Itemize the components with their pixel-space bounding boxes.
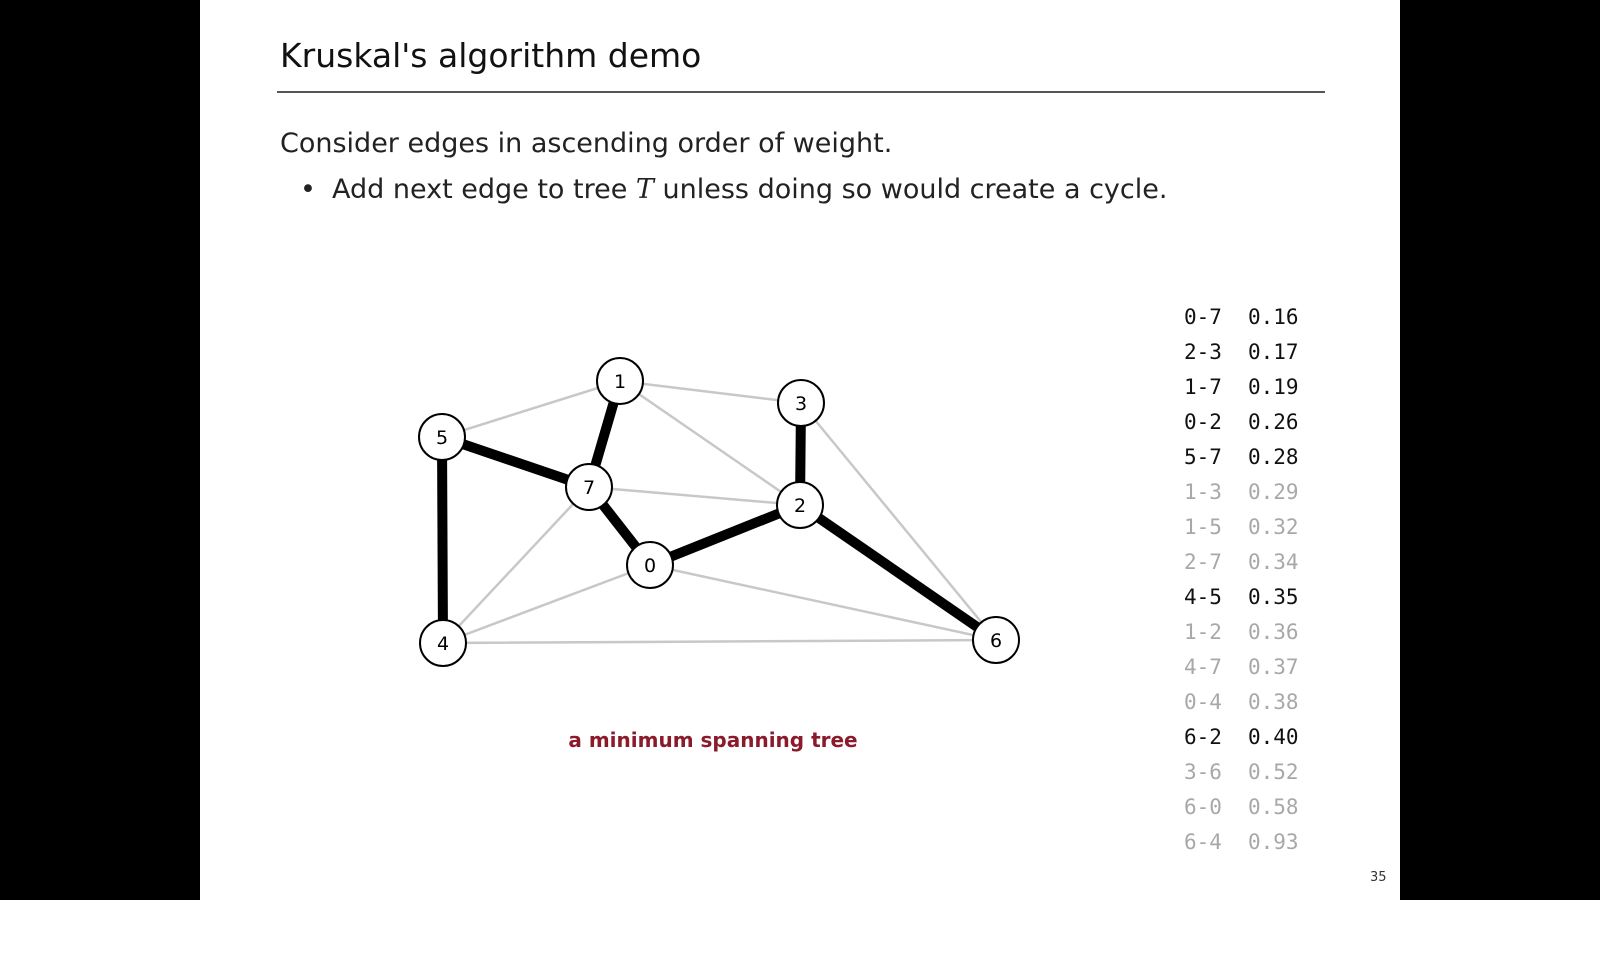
bottom-letterbox	[0, 900, 1600, 960]
edge-weight: 0.16	[1248, 305, 1299, 329]
edge-name: 4-7	[1184, 655, 1222, 679]
edge-1-5	[440, 379, 622, 439]
vertex-label: 6	[990, 630, 1002, 652]
edge-weight: 0.35	[1248, 585, 1299, 609]
graph-edges	[437, 376, 1001, 648]
vertex-1: 1	[596, 357, 644, 405]
edge-name: 0-7	[1184, 305, 1222, 329]
vertex-label: 0	[644, 555, 656, 577]
vertex-2: 2	[776, 481, 824, 529]
edge-weight: 0.17	[1248, 340, 1299, 364]
edge-4-7	[441, 485, 591, 645]
vertex-label: 5	[436, 427, 448, 449]
edge-0-2-mst	[645, 500, 805, 570]
edge-weight: 0.29	[1248, 480, 1299, 504]
edge-list-row: 6-4 0.93	[1184, 825, 1299, 860]
edge-name: 6-2	[1184, 725, 1222, 749]
edge-weight: 0.38	[1248, 690, 1299, 714]
edge-weight: 0.52	[1248, 760, 1299, 784]
edge-name: 0-4	[1184, 690, 1222, 714]
edge-name: 6-0	[1184, 795, 1222, 819]
edge-name: 2-7	[1184, 550, 1222, 574]
edge-weight: 0.40	[1248, 725, 1299, 749]
edge-list-row: 3-6 0.52	[1184, 755, 1299, 790]
edge-weight: 0.19	[1248, 375, 1299, 399]
edge-weight: 0.26	[1248, 410, 1299, 434]
vertex-3: 3	[777, 379, 825, 427]
edge-list-row: 2-7 0.34	[1184, 545, 1299, 580]
edge-weight: 0.32	[1248, 515, 1299, 539]
page-number: 35	[1370, 870, 1387, 885]
graph-vertices: 0 1 2 3 4 5 6 7	[418, 357, 1020, 667]
edge-list-row: 0-4 0.38	[1184, 685, 1299, 720]
slide: Kruskal's algorithm demo Consider edges …	[200, 0, 1400, 900]
edge-list-row: 6-2 0.40	[1184, 720, 1299, 755]
edge-weight: 0.36	[1248, 620, 1299, 644]
edge-list-row: 1-3 0.29	[1184, 475, 1299, 510]
edge-name: 0-2	[1184, 410, 1222, 434]
edge-name: 4-5	[1184, 585, 1222, 609]
edge-name: 6-4	[1184, 830, 1222, 854]
edge-list-row: 4-5 0.35	[1184, 580, 1299, 615]
vertex-5: 5	[418, 413, 466, 461]
edge-name: 1-5	[1184, 515, 1222, 539]
edge-4-5-mst	[437, 432, 448, 648]
edge-weight: 0.93	[1248, 830, 1299, 854]
edge-weight: 0.34	[1248, 550, 1299, 574]
edge-weight: 0.37	[1248, 655, 1299, 679]
edge-name: 5-7	[1184, 445, 1222, 469]
vertex-7: 7	[565, 463, 613, 511]
vertex-label: 4	[437, 633, 449, 655]
edge-list-row: 1-5 0.32	[1184, 510, 1299, 545]
vertex-0: 0	[626, 541, 674, 589]
edge-weight: 0.28	[1248, 445, 1299, 469]
vertex-4: 4	[419, 619, 467, 667]
edge-list-row: 6-0 0.58	[1184, 790, 1299, 825]
vertex-label: 3	[795, 393, 807, 415]
edge-list-row: 4-7 0.37	[1184, 650, 1299, 685]
edge-list-row: 0-2 0.26	[1184, 405, 1299, 440]
diagram-caption: a minimum spanning tree	[568, 728, 858, 752]
edge-list-row: 1-2 0.36	[1184, 615, 1299, 650]
edge-list-row: 2-3 0.17	[1184, 335, 1299, 370]
edge-name: 1-7	[1184, 375, 1222, 399]
vertex-label: 7	[583, 477, 595, 499]
edge-name: 3-6	[1184, 760, 1222, 784]
edge-list-row: 0-7 0.16	[1184, 300, 1299, 335]
edge-6-4	[441, 638, 998, 645]
edge-0-4	[441, 563, 652, 645]
edge-name: 2-3	[1184, 340, 1222, 364]
edge-weight: 0.58	[1248, 795, 1299, 819]
edge-name: 1-2	[1184, 620, 1222, 644]
vertex-6: 6	[972, 616, 1020, 664]
edge-list-row: 1-7 0.19	[1184, 370, 1299, 405]
edge-name: 1-3	[1184, 480, 1222, 504]
vertex-label: 2	[794, 495, 806, 517]
edge-list-row: 5-7 0.28	[1184, 440, 1299, 475]
edge-2-7	[587, 485, 802, 507]
vertex-label: 1	[614, 371, 626, 393]
sorted-edge-list: 0-7 0.16 2-3 0.17 1-7 0.19 0-2 0.26 5-7 0.28 1-3 0.…	[1184, 300, 1299, 860]
